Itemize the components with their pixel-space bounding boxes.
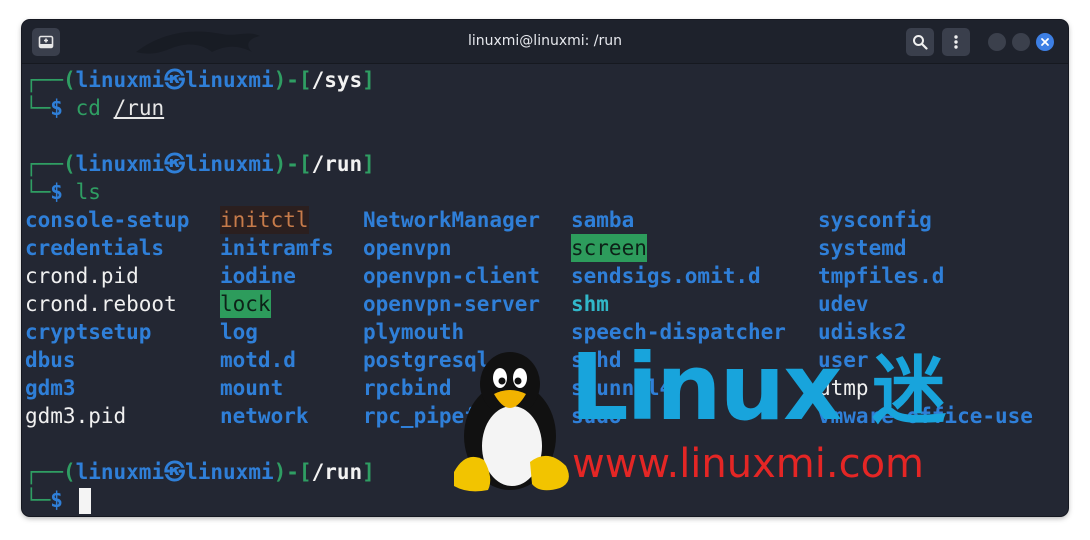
ls-entry: samba: [571, 208, 635, 232]
menu-button[interactable]: [942, 28, 970, 56]
prompt-host: linuxmi: [185, 152, 274, 176]
ls-entry: iodine: [220, 264, 296, 288]
tux-penguin-icon: [454, 352, 569, 492]
kebab-menu-icon: [954, 35, 958, 49]
command: ls: [75, 180, 101, 204]
ls-entry: udev: [818, 292, 869, 316]
ls-entry: gdm3: [25, 376, 76, 400]
ls-entry: sendsigs.omit.d: [571, 264, 761, 288]
ls-entry: log: [220, 320, 258, 344]
search-icon: [913, 35, 928, 50]
ls-entry: network: [220, 404, 309, 428]
prompt-line: ┌──(linuxmi㉿linuxmi)-[/run]: [25, 152, 375, 176]
ls-entry: openvpn-client: [363, 264, 541, 288]
search-button[interactable]: [906, 28, 934, 56]
prompt-line: ┌──(linuxmi㉿linuxmi)-[/run]: [25, 460, 375, 484]
title-bar[interactable]: linuxmi@linuxmi: /run: [22, 20, 1068, 64]
command: cd: [75, 96, 101, 120]
prompt-path: /run: [311, 460, 363, 484]
ls-entry: rpcbind: [363, 376, 452, 400]
ls-entry: mount: [220, 376, 284, 400]
prompt-host: linuxmi: [185, 460, 274, 484]
ls-entry: gdm3.pid: [25, 404, 127, 428]
ls-entry: lock: [220, 290, 271, 318]
ls-entry: credentials: [25, 236, 165, 260]
close-button[interactable]: [1036, 33, 1054, 51]
ls-entry: initramfs: [220, 236, 334, 260]
prompt-host: linuxmi: [185, 68, 274, 92]
minimize-button[interactable]: [988, 33, 1006, 51]
ls-entry: motd.d: [220, 348, 296, 372]
ls-entry: initctl: [220, 206, 309, 234]
ls-entry: console-setup: [25, 208, 190, 232]
ls-entry: NetworkManager: [363, 208, 541, 232]
watermark: Linux 迷 www.linuxmi.com: [440, 340, 1000, 510]
ls-entry: crond.pid: [25, 264, 139, 288]
ls-entry: cryptsetup: [25, 320, 152, 344]
prompt-user: linuxmi: [75, 460, 165, 484]
close-icon: [1041, 38, 1049, 46]
ls-entry: crond.reboot: [25, 292, 177, 316]
command-line: └─$ cd /run: [25, 96, 165, 120]
watermark-logo: Linux: [570, 334, 842, 441]
ls-entry: dbus: [25, 348, 76, 372]
prompt-user: linuxmi: [75, 68, 165, 92]
watermark-url: www.linuxmi.com: [572, 441, 925, 487]
ls-entry: sysconfig: [818, 208, 932, 232]
maximize-button[interactable]: [1012, 33, 1030, 51]
command-arg: /run: [113, 96, 165, 120]
prompt-user: linuxmi: [75, 152, 165, 176]
ls-entry: screen: [571, 234, 647, 262]
ls-entry: openvpn-server: [363, 292, 541, 316]
ls-entry: openvpn: [363, 236, 452, 260]
command-line: └─$: [25, 488, 63, 512]
ls-entry: shm: [571, 292, 609, 316]
prompt-line: ┌──(linuxmi㉿linuxmi)-[/sys]: [25, 68, 375, 92]
text-cursor: [79, 488, 91, 514]
watermark-logo-cn: 迷: [872, 348, 946, 434]
ls-entry: tmpfiles.d: [818, 264, 945, 288]
command-line: └─$ ls: [25, 180, 101, 204]
prompt-path: /run: [311, 152, 363, 176]
prompt-path: /sys: [311, 68, 363, 92]
ls-entry: systemd: [818, 236, 907, 260]
